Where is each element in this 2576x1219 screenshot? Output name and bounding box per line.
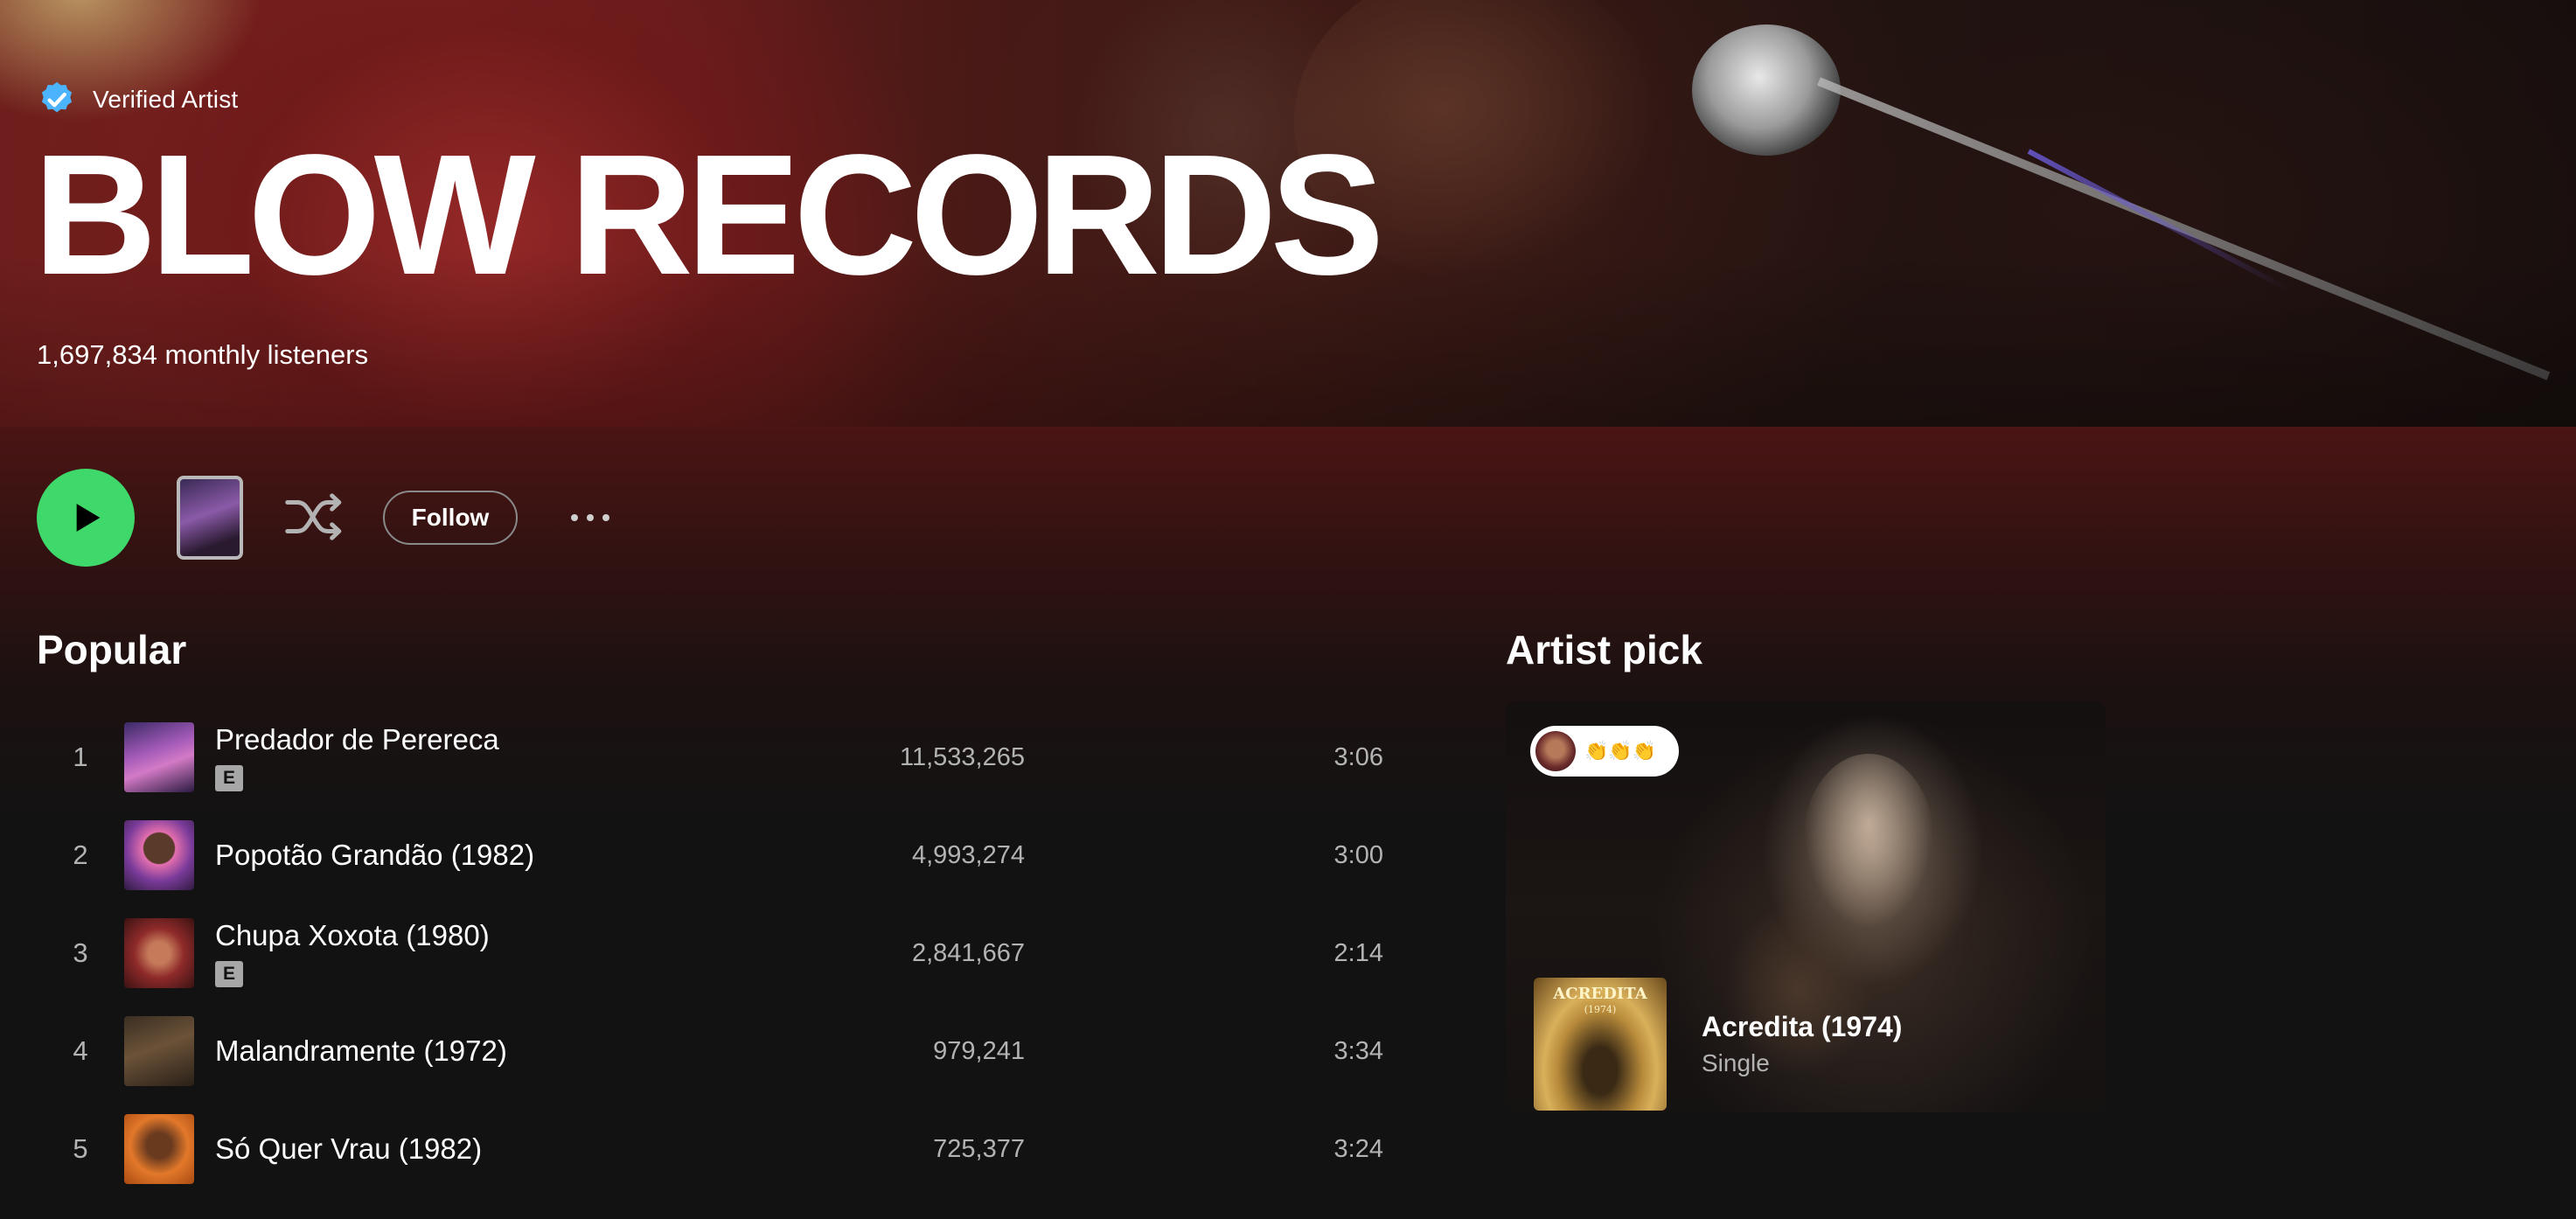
track-row[interactable]: 2 Popotão Grandão (1982) 4,993,274 3:00 xyxy=(37,806,1401,904)
track-title[interactable]: Só Quer Vrau (1982) xyxy=(215,1132,482,1166)
track-title[interactable]: Predador de Perereca xyxy=(215,723,499,756)
pick-release-type: Single xyxy=(1702,1049,1770,1076)
explicit-badge: E xyxy=(215,961,243,987)
track-cover-art xyxy=(124,722,194,792)
track-row[interactable]: 5 Só Quer Vrau (1982) 725,377 3:24 xyxy=(37,1100,1401,1198)
artist-name: BLOW RECORDS xyxy=(33,119,1384,310)
track-row[interactable]: 1 Predador de Perereca E 11,533,265 3:06 xyxy=(37,708,1401,806)
artist-pick-comment-badge: 👏👏👏 xyxy=(1530,726,1679,777)
verified-label: Verified Artist xyxy=(93,86,239,113)
pick-cover-year: (1974) xyxy=(1584,1004,1617,1015)
track-play-count: 725,377 xyxy=(933,1134,1025,1163)
track-duration: 2:14 xyxy=(1333,938,1383,967)
clapping-hands-icon: 👏👏👏 xyxy=(1584,740,1657,762)
pick-release-cover[interactable]: ACREDITA (1974) xyxy=(1534,978,1667,1111)
verified-artist-badge: Verified Artist xyxy=(37,80,238,119)
track-duration: 3:34 xyxy=(1333,1036,1383,1065)
track-cover-art xyxy=(124,918,194,988)
monthly-listeners: 1,697,834 monthly listeners xyxy=(37,339,369,370)
track-cover-art xyxy=(124,1016,194,1086)
track-number: 1 xyxy=(73,742,88,772)
artist-pick-title: Artist pick xyxy=(1506,627,1702,672)
pick-cover-title: ACREDITA xyxy=(1553,985,1647,1003)
shuffle-button[interactable] xyxy=(280,483,348,551)
track-title[interactable]: Chupa Xoxota (1980) xyxy=(215,919,490,952)
banner-microphone xyxy=(1692,24,1841,156)
track-title[interactable]: Popotão Grandão (1982) xyxy=(215,839,534,872)
track-play-count: 979,241 xyxy=(933,1036,1025,1065)
track-info: Predador de Perereca E xyxy=(215,723,499,791)
more-options-button[interactable] xyxy=(560,495,621,540)
track-number: 2 xyxy=(73,839,88,870)
explicit-badge: E xyxy=(215,765,243,791)
track-info: Popotão Grandão (1982) xyxy=(215,839,534,872)
more-options-icon xyxy=(587,514,594,521)
preview-video-thumbnail[interactable] xyxy=(177,476,243,560)
artist-pick-card[interactable]: 👏👏👏 ACREDITA (1974) Acredita (1974) Sing… xyxy=(1506,701,2106,1112)
artist-header-banner: Verified Artist BLOW RECORDS 1,697,834 m… xyxy=(0,0,2576,427)
track-play-count: 4,993,274 xyxy=(911,840,1025,869)
track-duration: 3:00 xyxy=(1333,840,1383,869)
shuffle-icon xyxy=(285,493,342,540)
play-button[interactable] xyxy=(37,469,135,567)
play-icon xyxy=(76,504,101,532)
track-duration: 3:06 xyxy=(1333,742,1383,771)
track-number: 5 xyxy=(73,1133,88,1164)
popular-track-list: 1 Predador de Perereca E 11,533,265 3:06… xyxy=(37,708,1401,1198)
track-info: Chupa Xoxota (1980) E xyxy=(215,919,490,987)
follow-button[interactable]: Follow xyxy=(383,491,518,545)
track-cover-art xyxy=(124,820,194,890)
more-options-icon xyxy=(602,514,609,521)
track-row[interactable]: 3 Chupa Xoxota (1980) E 2,841,667 2:14 xyxy=(37,904,1401,1002)
popular-section-title: Popular xyxy=(37,627,187,672)
track-play-count: 2,841,667 xyxy=(911,938,1025,967)
track-row[interactable]: 4 Malandramente (1972) 979,241 3:34 xyxy=(37,1002,1401,1100)
track-info: Só Quer Vrau (1982) xyxy=(215,1132,482,1166)
more-options-icon xyxy=(571,514,578,521)
track-title[interactable]: Malandramente (1972) xyxy=(215,1034,507,1068)
track-info: Malandramente (1972) xyxy=(215,1034,507,1068)
verified-check-icon xyxy=(41,81,73,113)
artist-avatar xyxy=(1535,731,1576,771)
track-number: 3 xyxy=(73,937,88,968)
track-duration: 3:24 xyxy=(1333,1134,1383,1163)
track-cover-art xyxy=(124,1114,194,1184)
pick-release-title[interactable]: Acredita (1974) xyxy=(1702,1011,1902,1043)
track-number: 4 xyxy=(73,1035,88,1066)
track-play-count: 11,533,265 xyxy=(900,742,1025,771)
